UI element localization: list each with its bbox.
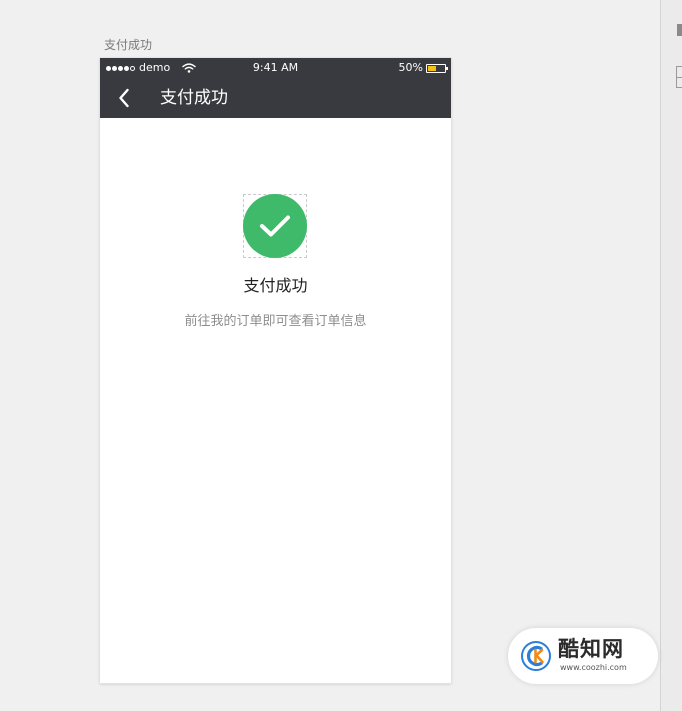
battery-fill <box>428 65 436 71</box>
watermark-brand: 酷知网 <box>558 637 624 661</box>
navigation-bar: 支付成功 <box>100 78 451 118</box>
right-side-panel <box>660 0 682 711</box>
watermark: 酷知网 www.coozhi.com <box>508 628 658 684</box>
back-button[interactable] <box>112 86 136 110</box>
panel-handle-icon[interactable] <box>677 24 682 36</box>
chevron-left-icon <box>119 88 129 108</box>
result-description: 前往我的订单即可查看订单信息 <box>184 314 367 329</box>
battery-icon <box>426 63 448 73</box>
page-title: 支付成功 <box>160 88 228 108</box>
status-right: 50% <box>398 58 448 78</box>
success-icon-frame <box>243 194 307 258</box>
artboard-label[interactable]: 支付成功 <box>104 36 152 54</box>
checkmark-circle-icon <box>243 194 307 258</box>
status-bar: demo 9:41 AM 50% <box>100 58 451 78</box>
phone-artboard: demo 9:41 AM 50% 支付成功 支付成功 前往我的订单即可查看订单信… <box>100 58 451 683</box>
panel-layout-icon[interactable] <box>676 66 682 88</box>
checkmark-icon <box>260 215 290 237</box>
coozhi-logo-icon <box>521 641 551 671</box>
result-title: 支付成功 <box>243 276 308 295</box>
battery-percent: 50% <box>398 61 423 74</box>
watermark-url: www.coozhi.com <box>560 663 627 672</box>
